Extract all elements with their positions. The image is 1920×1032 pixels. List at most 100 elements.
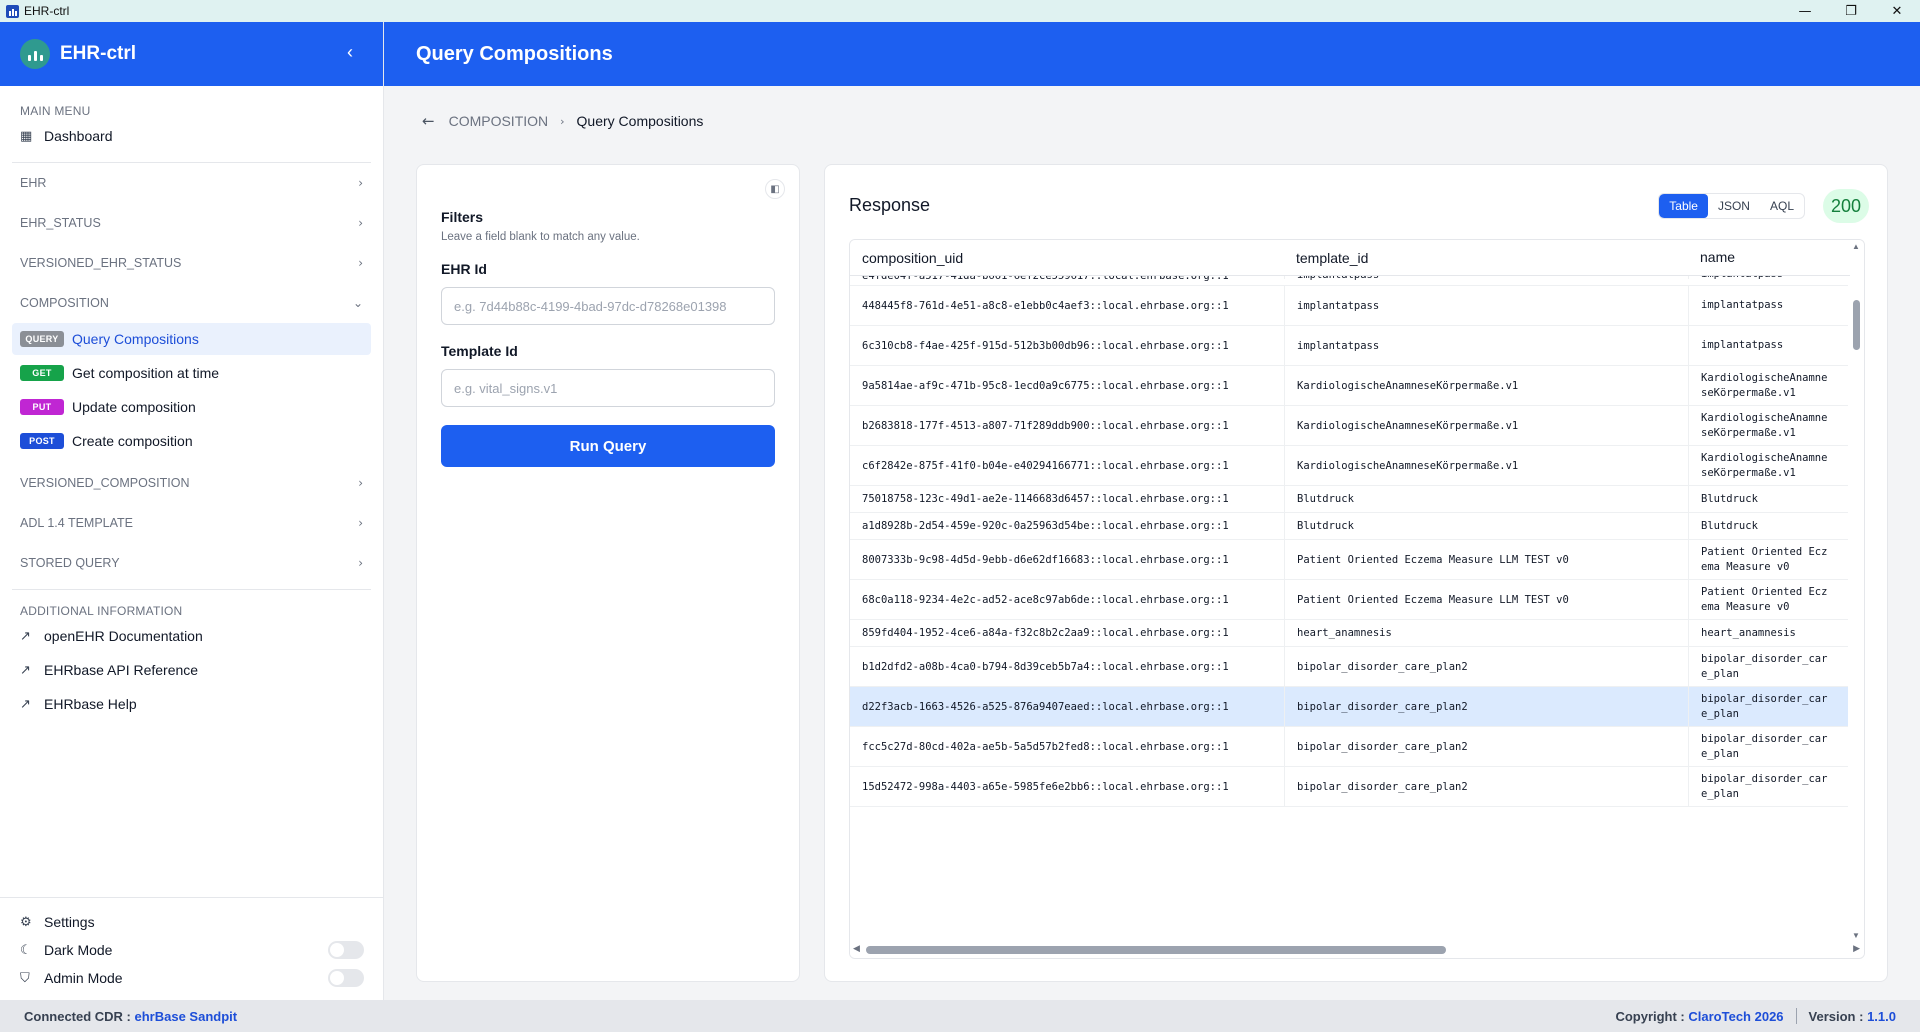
vertical-scrollbar[interactable]: ▲ ▼ [1848, 240, 1864, 942]
horizontal-scrollbar[interactable]: ◀ ▶ [850, 940, 1864, 958]
composition-uid-cell: 15d52472-998a-4403-a65e-5985fe6e2bb6::lo… [862, 780, 1229, 793]
template-id-cell: Patient Oriented Eczema Measure LLM TEST… [1284, 580, 1688, 619]
template-id-cell: bipolar_disorder_care_plan2 [1284, 687, 1688, 726]
column-header[interactable]: composition_uid [850, 250, 1284, 266]
link-label: EHRbase API Reference [44, 662, 199, 678]
panel-toggle-icon[interactable]: ◧ [765, 179, 785, 199]
method-badge: PUT [20, 399, 64, 415]
scroll-up-icon[interactable]: ▲ [1852, 242, 1860, 251]
link-ehrbase-api-reference[interactable]: ↗ EHRbase API Reference [0, 654, 383, 686]
group-label: EHR [20, 176, 47, 190]
restore-icon[interactable]: ❐ [1828, 0, 1874, 22]
sidebar-item-dashboard[interactable]: ▦ Dashboard [0, 120, 383, 152]
breadcrumb-parent[interactable]: COMPOSITION [449, 113, 549, 129]
close-icon[interactable]: ✕ [1874, 0, 1920, 22]
name-cell: heart_anamnesis [1688, 620, 1850, 646]
tab-aql[interactable]: AQL [1760, 194, 1804, 218]
link-ehrbase-help[interactable]: ↗ EHRbase Help [0, 688, 383, 720]
minimize-icon[interactable]: — [1782, 0, 1828, 22]
sidebar-group-composition[interactable]: COMPOSITION ⌄ [0, 283, 383, 323]
sidebar-group-adl-template[interactable]: ADL 1.4 TEMPLATE › [0, 503, 383, 543]
table-row[interactable]: 75018758-123c-49d1-ae2e-1146683d6457::lo… [850, 486, 1850, 513]
group-label: EHR_STATUS [20, 216, 101, 230]
column-header[interactable]: template_id [1284, 240, 1688, 275]
table-row[interactable]: 8007333b-9c98-4d5d-9ebb-d6e62df16683::lo… [850, 540, 1850, 580]
table-row[interactable]: 6c310cb8-f4ae-425f-915d-512b3b00db96::lo… [850, 326, 1850, 366]
admin-mode-toggle[interactable] [328, 969, 364, 987]
template-id-cell: Patient Oriented Eczema Measure LLM TEST… [1284, 540, 1688, 579]
scroll-down-icon[interactable]: ▼ [1852, 931, 1860, 940]
group-label: ADL 1.4 TEMPLATE [20, 516, 134, 530]
template-id-cell: KardiologischeAnamneseKörpermaße.v1 [1284, 406, 1688, 445]
sidebar-item-get-composition-at-time[interactable]: GET Get composition at time [12, 357, 371, 389]
ehr-id-label: EHR Id [441, 261, 487, 277]
scrollbar-thumb[interactable] [866, 946, 1446, 954]
app-icon [6, 4, 19, 18]
collapse-sidebar-icon[interactable]: ‹ [347, 42, 353, 63]
name-cell: KardiologischeAnamne seKörpermaße.v1 [1688, 366, 1850, 405]
template-id-cell: KardiologischeAnamneseKörpermaße.v1 [1284, 366, 1688, 405]
sidebar-item-create-composition[interactable]: POST Create composition [12, 425, 371, 457]
run-query-button[interactable]: Run Query [441, 425, 775, 467]
shield-icon: ⛉ [20, 970, 30, 986]
ehr-id-input[interactable] [441, 287, 775, 325]
back-arrow-icon[interactable]: ← [422, 112, 435, 130]
table-row[interactable]: a1d8928b-2d54-459e-920c-0a25963d54be::lo… [850, 513, 1850, 540]
template-id-cell: bipolar_disorder_care_plan2 [1284, 727, 1688, 766]
external-link-icon: ↗ [20, 628, 31, 644]
filters-hint: Leave a field blank to match any value. [441, 231, 640, 243]
chevron-right-icon: › [560, 114, 565, 128]
sidebar-item-settings[interactable]: ⚙ Settings [0, 908, 384, 936]
dark-mode-toggle[interactable] [328, 941, 364, 959]
sidebar-item-label: Settings [44, 914, 95, 930]
column-header[interactable]: name [1688, 240, 1850, 275]
sidebar-item-update-composition[interactable]: PUT Update composition [12, 391, 371, 423]
name-cell: Blutdruck [1688, 486, 1850, 512]
page-title: Query Compositions [416, 42, 613, 65]
group-label: VERSIONED_COMPOSITION [20, 476, 190, 490]
composition-uid-cell: e4fde04f-a517-41da-b661-6ef2ce559617::lo… [862, 276, 1229, 282]
composition-uid-cell: 75018758-123c-49d1-ae2e-1146683d6457::lo… [862, 493, 1229, 505]
tab-json[interactable]: JSON [1708, 194, 1760, 218]
table-row[interactable]: fcc5c27d-80cd-402a-ae5b-5a5d57b2fed8::lo… [850, 727, 1850, 767]
name-cell: bipolar_disorder_car e_plan [1688, 647, 1850, 686]
table-row[interactable]: b2683818-177f-4513-a807-71f289ddb900::lo… [850, 406, 1850, 446]
copyright-value: ClaroTech 2026 [1688, 1008, 1784, 1024]
link-openehr-documentation[interactable]: ↗ openEHR Documentation [0, 620, 383, 652]
sidebar-footer: ⚙ Settings ☾ Dark Mode ⛉ Admin Mode [0, 897, 384, 1000]
table-row[interactable]: c6f2842e-875f-41f0-b04e-e40294166771::lo… [850, 446, 1850, 486]
logo-icon [20, 39, 50, 69]
copyright-label: Copyright : [1615, 1008, 1685, 1024]
table-row[interactable]: 448445f8-761d-4e51-a8c8-e1ebb0c4aef3::lo… [850, 286, 1850, 326]
name-cell: implantatpass [1688, 286, 1850, 325]
tab-table[interactable]: Table [1659, 194, 1708, 218]
external-link-icon: ↗ [20, 662, 31, 678]
table-row[interactable]: 9a5814ae-af9c-471b-95c8-1ecd0a9c6775::lo… [850, 366, 1850, 406]
sidebar-group-stored-query[interactable]: STORED QUERY › [0, 543, 383, 583]
chevron-right-icon: › [358, 476, 363, 490]
table-body: e4fde04f-a517-41da-b661-6ef2ce559617::lo… [850, 276, 1850, 942]
sidebar: EHR-ctrl ‹ MAIN MENU ▦ Dashboard EHR › EH… [0, 22, 384, 1000]
table-row[interactable]: e4fde04f-a517-41da-b661-6ef2ce559617::lo… [850, 276, 1850, 286]
sidebar-item-query-compositions[interactable]: QUERY Query Compositions [12, 323, 371, 355]
composition-uid-cell: b1d2dfd2-a08b-4ca0-b794-8d39ceb5b7a4::lo… [862, 660, 1229, 673]
scroll-left-icon[interactable]: ◀ [853, 943, 860, 954]
sidebar-group-versioned-ehr-status[interactable]: VERSIONED_EHR_STATUS › [0, 243, 383, 283]
table-row[interactable]: 15d52472-998a-4403-a65e-5985fe6e2bb6::lo… [850, 767, 1850, 807]
table-row[interactable]: b1d2dfd2-a08b-4ca0-b794-8d39ceb5b7a4::lo… [850, 647, 1850, 687]
table-row[interactable]: 68c0a118-9234-4e2c-ad52-ace8c97ab6de::lo… [850, 580, 1850, 620]
scrollbar-thumb[interactable] [1853, 300, 1860, 350]
table-row[interactable]: 859fd404-1952-4ce6-a84a-f32c8b2c2aa9::lo… [850, 620, 1850, 647]
name-cell: KardiologischeAnamne seKörpermaße.v1 [1688, 406, 1850, 445]
chevron-right-icon: › [358, 176, 363, 190]
table-row[interactable]: d22f3acb-1663-4526-a525-876a9407eaed::lo… [850, 687, 1850, 727]
scroll-right-icon[interactable]: ▶ [1853, 943, 1860, 954]
sidebar-group-versioned-composition[interactable]: VERSIONED_COMPOSITION › [0, 463, 383, 503]
name-cell: Patient Oriented Ecz ema Measure v0 [1688, 540, 1850, 579]
link-label: EHRbase Help [44, 696, 137, 712]
template-id-cell: implantatpass [1284, 276, 1688, 281]
sidebar-group-ehr[interactable]: EHR › [0, 163, 383, 203]
sidebar-group-ehr-status[interactable]: EHR_STATUS › [0, 203, 383, 243]
template-id-input[interactable] [441, 369, 775, 407]
version-value: 1.1.0 [1867, 1008, 1896, 1024]
